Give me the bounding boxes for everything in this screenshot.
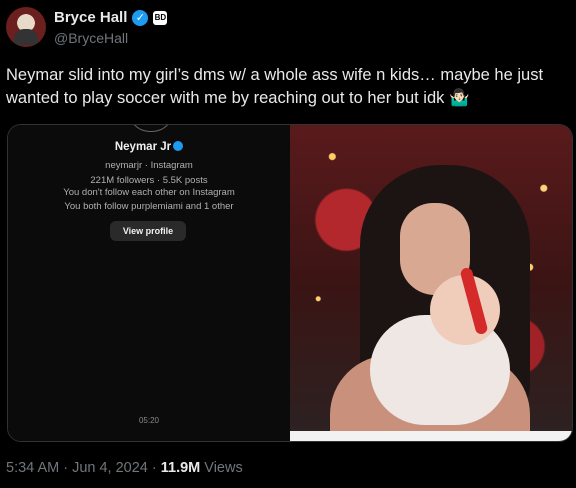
verified-icon: ✓ bbox=[132, 9, 149, 26]
instagram-follow-status: You don't follow each other on Instagram bbox=[63, 187, 235, 198]
author-name-row: Bryce Hall ✓ BD bbox=[54, 9, 168, 26]
tweet-media[interactable]: Neymar Jr neymarjr · Instagram 221M foll… bbox=[7, 124, 573, 442]
instagram-stats: 221M followers · 5.5K posts bbox=[90, 175, 208, 186]
instagram-verified-icon bbox=[173, 141, 184, 151]
instagram-mutuals: You both follow purplemiami and 1 other bbox=[64, 201, 234, 212]
instagram-avatar bbox=[128, 125, 174, 132]
author-handle[interactable]: @BryceHall bbox=[54, 30, 128, 46]
instagram-profile-name: Neymar Jr bbox=[8, 141, 290, 153]
tweet-text: Neymar slid into my girl’s dms w/ a whol… bbox=[6, 66, 544, 107]
author-name[interactable]: Bryce Hall bbox=[54, 9, 127, 26]
tweet-meta: 5:34 AM · Jun 4, 2024 · 11.9M Views bbox=[6, 460, 243, 476]
photo-bottom-strip bbox=[290, 431, 572, 441]
affiliation-badge-icon: BD bbox=[153, 10, 168, 25]
views-count: 11.9M bbox=[160, 460, 201, 476]
author-avatar[interactable] bbox=[6, 7, 46, 47]
tweet-timestamp[interactable]: 5:34 AM · Jun 4, 2024 · bbox=[6, 460, 157, 476]
views-label: Views bbox=[204, 460, 243, 476]
instagram-timestamp: 05:20 bbox=[138, 416, 160, 425]
instagram-screenshot[interactable]: Neymar Jr neymarjr · Instagram 221M foll… bbox=[8, 125, 290, 441]
instagram-username: neymarjr · Instagram bbox=[105, 160, 193, 171]
photo-mother-baby[interactable] bbox=[290, 125, 572, 441]
view-profile-button: View profile bbox=[110, 221, 186, 241]
